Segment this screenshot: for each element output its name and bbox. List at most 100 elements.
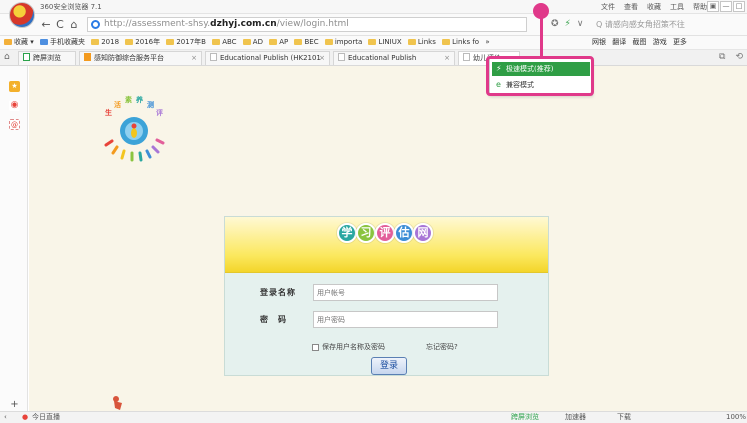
- live-icon: ●: [22, 413, 29, 421]
- svg-text:评: 评: [156, 109, 163, 117]
- bookmark-bank[interactable]: 网银: [592, 36, 606, 49]
- menu-tools[interactable]: 工具: [670, 2, 684, 12]
- refresh-button[interactable]: C: [54, 18, 66, 31]
- browser-window: 360安全浏览器 7.1 文件 查看 收藏 工具 帮助 ▣ — □ ← C ⌂ …: [0, 0, 747, 423]
- svg-text:活: 活: [114, 100, 121, 109]
- close-icon[interactable]: ×: [319, 52, 325, 65]
- page-icon: [463, 53, 470, 61]
- tab-educational-publish-1[interactable]: Educational Publish (HK2101 ×: [205, 51, 330, 65]
- svg-text:养: 养: [135, 95, 143, 104]
- window-controls: ▣ — □: [707, 1, 745, 12]
- tab-cross-screen[interactable]: 跨屏浏览: [18, 51, 76, 65]
- heading-char: 习: [356, 223, 376, 243]
- bookmark-folder[interactable]: ABC: [212, 36, 237, 49]
- status-back-icon[interactable]: ‹: [4, 412, 7, 423]
- highlight-box: [486, 56, 594, 96]
- bookmark-folder[interactable]: AP: [269, 36, 288, 49]
- bookmark-mobile[interactable]: 手机收藏夹: [39, 36, 85, 49]
- heading-char: 学: [337, 223, 357, 243]
- status-bar: ‹ ● 今日直播 跨屏浏览 加速器 下载 100%: [0, 411, 747, 423]
- bookmark-folder[interactable]: 2018: [91, 36, 119, 49]
- login-button[interactable]: 登录: [371, 357, 407, 375]
- menu-file[interactable]: 文件: [601, 2, 615, 12]
- lightning-icon[interactable]: ⚡: [565, 19, 571, 29]
- svg-text:素: 素: [125, 95, 132, 104]
- bookmark-folder[interactable]: Links fo: [442, 36, 479, 49]
- app-title: 360安全浏览器 7.1: [40, 3, 102, 11]
- navigation-bar: ← C ⌂ http://assessment-shsy.dzhyj.com.c…: [0, 14, 747, 36]
- username-row: 登录名称: [225, 284, 548, 302]
- search-input[interactable]: Q 请感向感女角招策不往: [593, 17, 747, 32]
- folder-icon: [294, 39, 303, 45]
- star-icon: [4, 39, 12, 45]
- status-zoom[interactable]: 100%: [726, 412, 746, 423]
- bookmark-more[interactable]: 更多: [673, 36, 687, 49]
- folder-icon: [407, 39, 416, 45]
- username-input[interactable]: [313, 284, 498, 301]
- tab-tools: ⧉ ⟲: [719, 52, 743, 62]
- add-icon[interactable]: +: [9, 399, 20, 410]
- site-icon: [84, 53, 91, 61]
- title-bar: 360安全浏览器 7.1 文件 查看 收藏 工具 帮助 ▣ — □: [0, 0, 747, 14]
- weibo-icon[interactable]: ◉: [9, 100, 20, 111]
- menu-help[interactable]: 帮助: [693, 2, 707, 12]
- status-accelerator[interactable]: 加速器: [565, 412, 586, 423]
- bookmark-folder[interactable]: Links: [407, 36, 436, 49]
- menu-bar: 文件 查看 收藏 工具 帮助: [601, 2, 707, 12]
- tab-service-platform[interactable]: 感知防御综合服务平台 ×: [79, 51, 202, 65]
- password-input[interactable]: [313, 311, 498, 328]
- folder-icon: [442, 39, 451, 45]
- bookmark-folder[interactable]: 2017年B: [166, 36, 206, 49]
- maximize-button[interactable]: □: [733, 1, 745, 12]
- remember-option[interactable]: 保存用户名称及密码: [312, 342, 385, 352]
- close-icon[interactable]: ×: [444, 52, 450, 65]
- bookmark-favorites[interactable]: 收藏 ▾: [4, 36, 34, 49]
- bookmarks-more[interactable]: »: [485, 36, 489, 49]
- back-button[interactable]: ←: [40, 18, 52, 31]
- password-label: 密 码: [260, 315, 287, 324]
- bookmarks-right: 网银 翻译 截图 游戏 更多: [585, 36, 687, 49]
- sidebar: ★ ◉ @ +: [0, 66, 28, 411]
- folder-icon: [125, 39, 134, 45]
- remember-checkbox[interactable]: [312, 343, 319, 351]
- status-download[interactable]: 下载: [617, 412, 631, 423]
- cross-screen-icon: [23, 53, 30, 61]
- folder-icon: [242, 39, 251, 45]
- menu-view[interactable]: 查看: [624, 2, 638, 12]
- bookmark-folder[interactable]: AD: [242, 36, 263, 49]
- page-content: 生 活 素 养 测 评 学 习 评 估 网 登录名称 密 码: [29, 66, 747, 411]
- bookmark-folder[interactable]: 2016年: [125, 36, 160, 49]
- mail-icon[interactable]: @: [9, 119, 20, 130]
- heading-char: 估: [394, 223, 414, 243]
- home-button[interactable]: ⌂: [68, 18, 80, 31]
- menu-favorites[interactable]: 收藏: [647, 2, 661, 12]
- bookmark-folder[interactable]: LINIUX: [368, 36, 402, 49]
- bookmark-folder[interactable]: BEC: [294, 36, 319, 49]
- chevron-down-icon[interactable]: ∨: [577, 19, 584, 29]
- shield-icon[interactable]: ✪: [551, 19, 559, 29]
- restore-tab-icon[interactable]: ⧉: [719, 52, 725, 62]
- address-bar[interactable]: http://assessment-shsy.dzhyj.com.cn/view…: [87, 17, 527, 32]
- bookmark-screenshot[interactable]: 截图: [632, 36, 646, 49]
- browser-logo-icon[interactable]: [9, 2, 35, 28]
- restore-button[interactable]: ▣: [707, 1, 719, 12]
- address-icons: ✪ ⚡ ∨: [551, 19, 583, 29]
- forgot-password-link[interactable]: 忘记密码?: [426, 342, 458, 352]
- minimize-button[interactable]: —: [720, 1, 732, 12]
- bookmark-translate[interactable]: 翻译: [612, 36, 626, 49]
- home-icon[interactable]: ⌂: [4, 52, 10, 62]
- bookmark-games[interactable]: 游戏: [653, 36, 667, 49]
- undo-icon[interactable]: ⟲: [735, 52, 743, 62]
- globe-icon: [91, 20, 100, 29]
- close-icon[interactable]: ×: [191, 52, 197, 65]
- folder-icon: [269, 39, 278, 45]
- favorites-star-icon[interactable]: ★: [9, 81, 20, 92]
- bookmark-folder[interactable]: importa: [324, 36, 362, 49]
- phone-icon: [39, 39, 48, 45]
- status-live[interactable]: 今日直播: [32, 412, 60, 423]
- login-panel: 学 习 评 估 网 登录名称 密 码 保存用户名称及密码 忘记密码? 登录: [224, 216, 549, 376]
- tab-educational-publish-2[interactable]: Educational Publish ×: [333, 51, 455, 65]
- username-label: 登录名称: [260, 288, 296, 297]
- status-cross-screen[interactable]: 跨屏浏览: [511, 412, 539, 423]
- url-domain: dzhyj.com.cn: [210, 19, 277, 29]
